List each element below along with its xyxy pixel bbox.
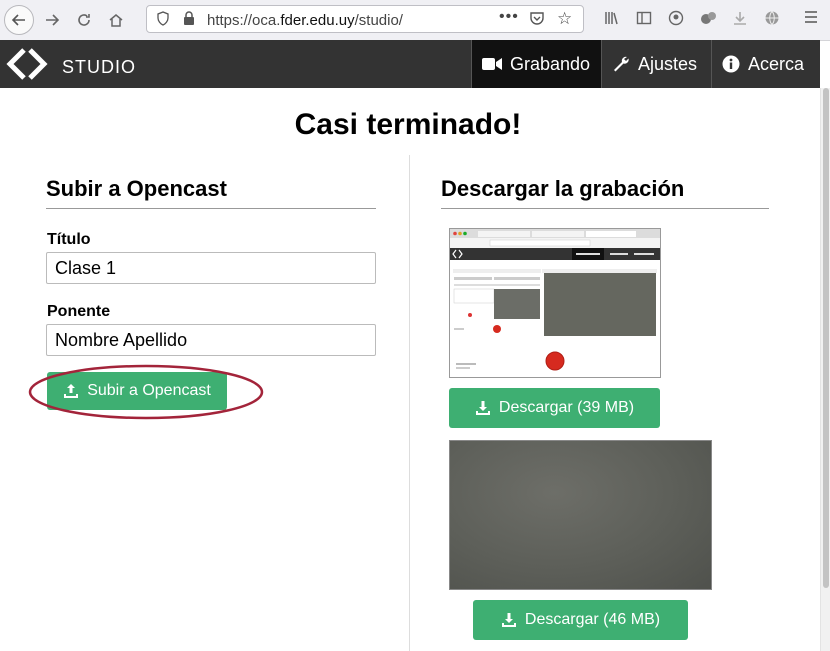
wrench-icon	[614, 56, 629, 72]
forward-button[interactable]	[38, 6, 66, 34]
highlight-ellipse	[28, 364, 264, 420]
nav-settings-label: Ajustes	[638, 53, 698, 74]
reload-button[interactable]	[70, 6, 98, 34]
screen-recording-preview[interactable]	[449, 228, 661, 378]
title-input[interactable]	[46, 252, 376, 284]
pocket-icon[interactable]	[529, 11, 545, 29]
presenter-input[interactable]	[46, 324, 376, 356]
title-label: Título	[47, 231, 91, 248]
page-title: Casi terminado!	[294, 108, 522, 141]
globe-extension-icon[interactable]	[764, 10, 780, 30]
back-button[interactable]	[4, 5, 34, 35]
nav-about-label: Acerca	[748, 53, 805, 74]
scrollbar-thumb[interactable]	[823, 88, 829, 588]
scrollbar[interactable]	[820, 88, 830, 651]
shield-icon[interactable]	[157, 11, 169, 29]
home-button[interactable]	[102, 6, 130, 34]
download-screen-button[interactable]: Descargar (39 MB)	[449, 388, 660, 428]
nav-recording-label: Grabando	[510, 53, 591, 74]
menu-icon[interactable]	[804, 10, 818, 28]
account-icon[interactable]	[668, 10, 684, 30]
library-icon[interactable]	[604, 10, 620, 30]
download-camera-button[interactable]: Descargar (46 MB)	[473, 600, 688, 640]
download-camera-label: Descargar (46 MB)	[524, 611, 661, 628]
download-icon[interactable]	[732, 10, 748, 30]
opencast-studio-logo[interactable]	[6, 48, 54, 80]
download-icon	[501, 613, 516, 627]
more-actions-icon[interactable]: •••	[499, 8, 519, 26]
bookmark-star-icon[interactable]: ☆	[557, 9, 572, 29]
nav-about[interactable]: Acerca	[711, 40, 820, 88]
extension-icon[interactable]	[700, 10, 718, 30]
home-icon	[109, 14, 123, 27]
download-icon	[475, 401, 490, 415]
info-icon	[722, 55, 740, 73]
arrow-left-icon	[11, 14, 25, 26]
download-screen-label: Descargar (39 MB)	[498, 399, 635, 416]
nav-recording[interactable]: Grabando	[471, 40, 601, 88]
app-header: STUDIO Grabando Ajustes Acerca	[0, 40, 820, 88]
video-camera-icon	[482, 58, 502, 70]
presenter-label: Ponente	[47, 303, 111, 320]
column-divider	[409, 155, 410, 651]
upload-heading: Subir a Opencast	[46, 176, 376, 209]
url-prefix: https://oca.	[207, 12, 281, 29]
nav-settings[interactable]: Ajustes	[601, 40, 711, 88]
url-domain: fder.edu.uy	[280, 12, 355, 29]
reload-icon	[78, 14, 90, 26]
screen-recording-thumbnail	[450, 229, 660, 371]
address-bar[interactable]: https://oca.fder.edu.uy/studio/ ••• ☆	[146, 5, 584, 33]
arrow-right-icon	[46, 14, 60, 26]
browser-toolbar: https://oca.fder.edu.uy/studio/ ••• ☆	[0, 0, 830, 41]
sidebar-icon[interactable]	[636, 10, 652, 30]
download-heading: Descargar la grabación	[441, 176, 769, 209]
url-text[interactable]: https://oca.fder.edu.uy/studio/	[207, 12, 403, 29]
camera-recording-preview[interactable]	[449, 440, 712, 590]
brand-name: STUDIO	[62, 57, 137, 77]
lock-icon[interactable]	[183, 11, 195, 29]
url-path: /studio/	[354, 12, 403, 29]
